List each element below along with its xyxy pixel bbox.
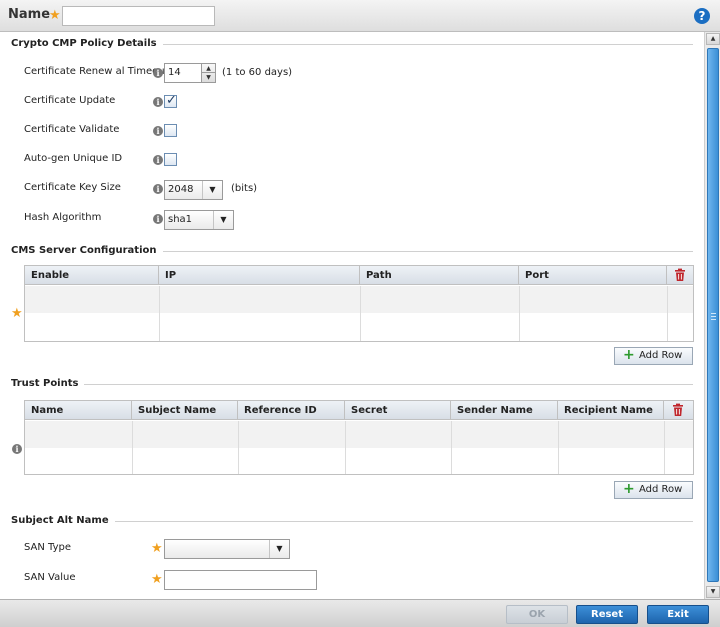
table-header: Name Subject Name Reference ID Secret Se… [25,401,693,420]
column-divider [451,421,452,474]
column-header-subject-name[interactable]: Subject Name [132,401,238,420]
vertical-scrollbar[interactable]: ▲ ▼ [704,32,720,599]
help-icon[interactable]: ? [694,8,710,24]
column-divider [345,421,346,474]
required-star-icon: ★ [11,306,23,321]
table-row[interactable] [25,448,693,475]
required-star-icon: ★ [151,541,163,556]
crypto-section-title: Crypto CMP Policy Details [11,38,163,49]
column-header-enable[interactable]: Enable [25,266,159,285]
column-divider [664,421,665,474]
key-size-value: 2048 [168,184,194,195]
table-row[interactable] [25,313,693,340]
column-divider [360,286,361,341]
hash-algorithm-select[interactable]: sha1 ▼ [164,210,234,230]
san-type-select[interactable]: ▼ [164,539,290,559]
dialog-footer: OK Reset Exit [0,599,720,627]
chevron-down-icon: ▼ [213,211,233,229]
column-divider [519,286,520,341]
key-size-label: Certificate Key Size [24,182,121,193]
column-divider [132,421,133,474]
hash-algorithm-label: Hash Algorithm [24,212,102,223]
certificate-update-label: Certificate Update [24,95,116,106]
column-divider [159,286,160,341]
scrollbar-thumb[interactable] [707,48,719,582]
plus-icon: + [623,481,635,497]
section-divider [11,384,693,385]
cms-section-title: CMS Server Configuration [11,245,163,256]
info-icon[interactable]: i [153,97,163,107]
name-label: Name [8,7,51,22]
column-header-sender-name[interactable]: Sender Name [451,401,558,420]
stepper-up-icon[interactable]: ▲ [202,64,215,73]
column-divider [667,286,668,341]
chevron-down-icon: ▼ [202,181,222,199]
cms-add-row-button[interactable]: + Add Row [614,347,693,365]
name-input[interactable] [62,6,215,26]
info-icon[interactable]: i [153,184,163,194]
trust-add-row-button[interactable]: + Add Row [614,481,693,499]
certificate-update-checkbox[interactable]: ✓ [164,93,177,108]
chevron-down-icon: ▼ [269,540,289,558]
column-header-port[interactable]: Port [519,266,667,285]
table-row[interactable] [25,421,693,448]
stepper-down-icon[interactable]: ▼ [202,73,215,82]
column-header-reference-id[interactable]: Reference ID [238,401,345,420]
scroll-up-icon[interactable]: ▲ [706,33,720,45]
required-star-icon: ★ [151,572,163,587]
ok-button[interactable]: OK [506,605,568,624]
autogen-unique-id-label: Auto-gen Unique ID [24,153,123,164]
column-divider [558,421,559,474]
add-row-label: Add Row [639,484,683,495]
hash-algorithm-value: sha1 [168,214,193,225]
cms-server-table: Enable IP Path Port [24,265,694,342]
reset-button[interactable]: Reset [576,605,638,624]
trust-section-title: Trust Points [11,378,85,389]
table-row[interactable] [25,286,693,313]
renewal-timeout-value: 14 [168,67,181,78]
dialog-header: Name ★ ? [0,0,720,32]
dialog-content: Crypto CMP Policy Details Certificate Re… [0,32,704,599]
exit-button[interactable]: Exit [647,605,709,624]
delete-trash-icon[interactable] [671,403,685,417]
scroll-down-icon[interactable]: ▼ [706,586,720,598]
column-header-ip[interactable]: IP [159,266,360,285]
san-type-label: SAN Type [24,542,72,553]
column-header-recipient-name[interactable]: Recipient Name [558,401,664,420]
column-header-name[interactable]: Name [25,401,132,420]
delete-trash-icon[interactable] [673,268,687,282]
info-icon[interactable]: i [12,444,22,454]
certificate-validate-checkbox[interactable] [164,124,177,137]
info-icon[interactable]: i [153,126,163,136]
autogen-unique-id-checkbox[interactable] [164,153,177,166]
table-header: Enable IP Path Port [25,266,693,285]
san-value-label: SAN Value [24,572,76,583]
info-icon[interactable]: i [153,155,163,165]
info-icon[interactable]: i [153,68,163,78]
info-icon[interactable]: i [153,214,163,224]
plus-icon: + [623,347,635,363]
column-header-path[interactable]: Path [360,266,519,285]
add-row-label: Add Row [639,350,683,361]
check-icon: ✓ [166,93,177,108]
trust-points-table: Name Subject Name Reference ID Secret Se… [24,400,694,475]
required-star-icon: ★ [49,8,61,23]
column-divider [238,421,239,474]
renewal-timeout-stepper[interactable]: 14 ▲ ▼ [164,63,216,83]
key-size-select[interactable]: 2048 ▼ [164,180,223,200]
san-section-title: Subject Alt Name [11,515,115,526]
column-header-secret[interactable]: Secret [345,401,451,420]
renewal-timeout-label: Certificate Renew al Timeout [24,66,169,77]
renewal-timeout-hint: (1 to 60 days) [222,67,293,78]
san-value-input[interactable] [164,570,317,590]
certificate-validate-label: Certificate Validate [24,124,120,135]
key-size-unit: (bits) [231,183,258,194]
